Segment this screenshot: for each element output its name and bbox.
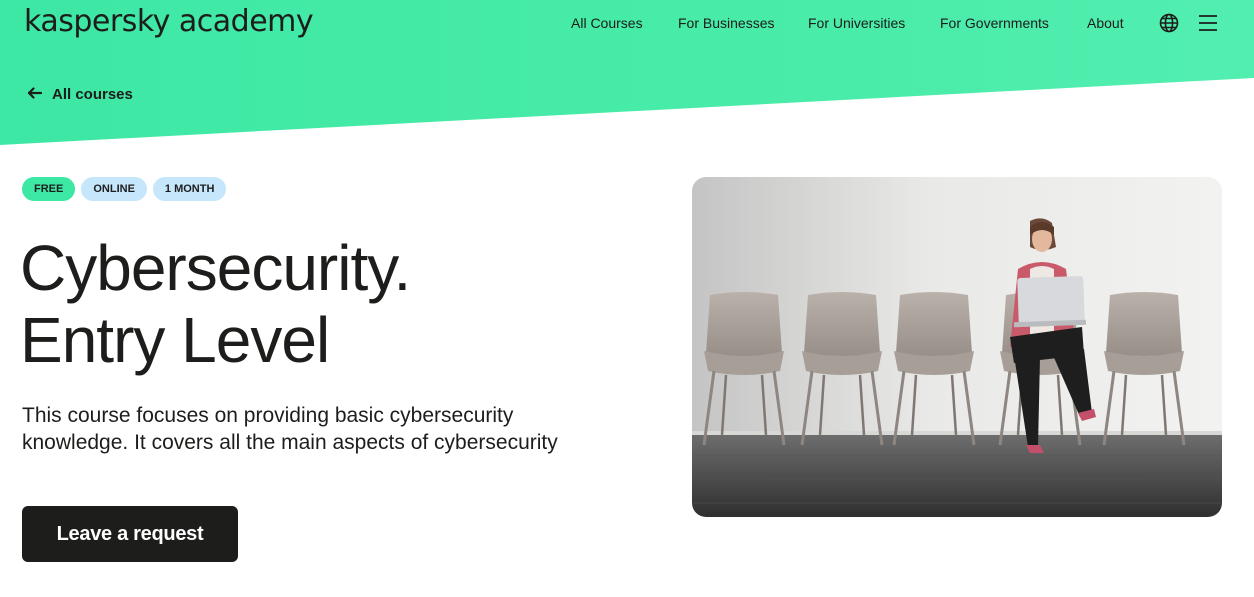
page-title: Cybersecurity. Entry Level — [20, 232, 640, 376]
course-badges: FREE ONLINE 1 MONTH — [22, 177, 227, 201]
site-header: kaspersky academy All Courses For Busine… — [0, 0, 1254, 48]
title-line-2: Entry Level — [20, 304, 330, 376]
badge-online: ONLINE — [81, 177, 147, 201]
title-line-1: Cybersecurity. — [20, 232, 411, 304]
nav-all-courses[interactable]: All Courses — [571, 15, 643, 31]
back-to-all-courses-link[interactable]: All courses — [27, 86, 133, 103]
nav-about[interactable]: About — [1087, 15, 1124, 31]
leave-request-button[interactable]: Leave a request — [22, 506, 238, 562]
nav-for-universities[interactable]: For Universities — [808, 15, 905, 31]
arrow-left-icon — [27, 86, 43, 103]
course-description: This course focuses on providing basic c… — [22, 404, 558, 454]
globe-icon[interactable] — [1159, 13, 1179, 33]
badge-duration: 1 MONTH — [152, 177, 227, 201]
course-hero-image — [692, 177, 1222, 517]
nav-for-businesses[interactable]: For Businesses — [678, 15, 774, 31]
badge-free: FREE — [22, 177, 76, 201]
nav-for-governments[interactable]: For Governments — [940, 15, 1049, 31]
back-link-label: All courses — [52, 86, 133, 103]
menu-icon[interactable] — [1198, 13, 1218, 33]
logo[interactable]: kaspersky academy — [24, 4, 314, 39]
